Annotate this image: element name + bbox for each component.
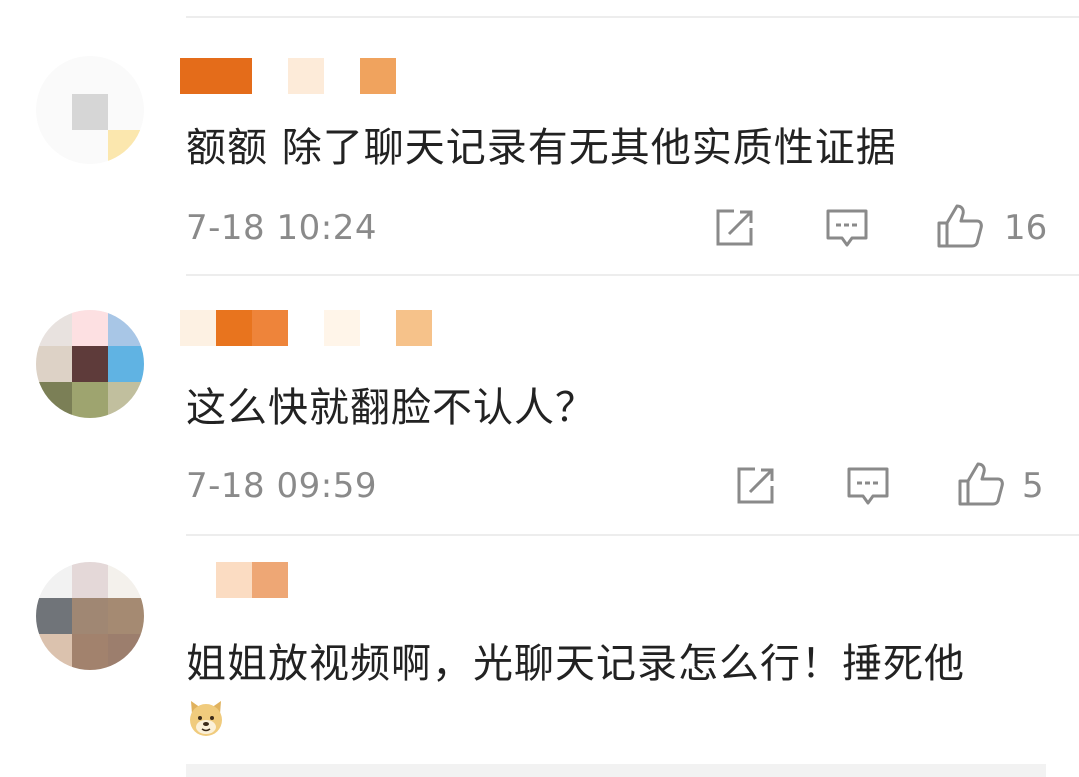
like-count: 16	[1004, 208, 1048, 248]
repost-button[interactable]	[712, 206, 756, 254]
avatar[interactable]	[36, 56, 144, 164]
like-button[interactable]	[957, 460, 1005, 512]
avatar[interactable]	[36, 310, 144, 418]
comment-time: 7-18 10:24	[186, 208, 377, 248]
next-item-preview	[186, 764, 1046, 777]
divider	[186, 274, 1079, 276]
thumbs-up-icon	[958, 462, 1004, 506]
comment-bubble-icon	[826, 209, 868, 247]
comment-text: 姐姐放视频啊，光聊天记录怎么行！捶死他	[186, 641, 965, 687]
comment-time: 7-18 09:59	[186, 466, 377, 506]
comment-text: 这么快就翻脸不认人？	[186, 385, 596, 431]
like-button[interactable]	[936, 202, 984, 254]
doge-emoji-icon	[186, 698, 226, 738]
reply-button[interactable]	[824, 206, 870, 254]
avatar[interactable]	[36, 562, 144, 670]
repost-button[interactable]	[733, 464, 777, 512]
like-count: 5	[1022, 466, 1044, 506]
share-box-icon	[716, 209, 753, 246]
divider	[186, 534, 1079, 536]
comment-bubble-icon	[847, 467, 889, 505]
divider-top	[186, 16, 1079, 18]
comment-text: 额额 除了聊天记录有无其他实质性证据	[186, 125, 897, 171]
thumbs-up-icon	[937, 204, 983, 248]
reply-button[interactable]	[845, 464, 891, 512]
share-box-icon	[737, 467, 774, 504]
